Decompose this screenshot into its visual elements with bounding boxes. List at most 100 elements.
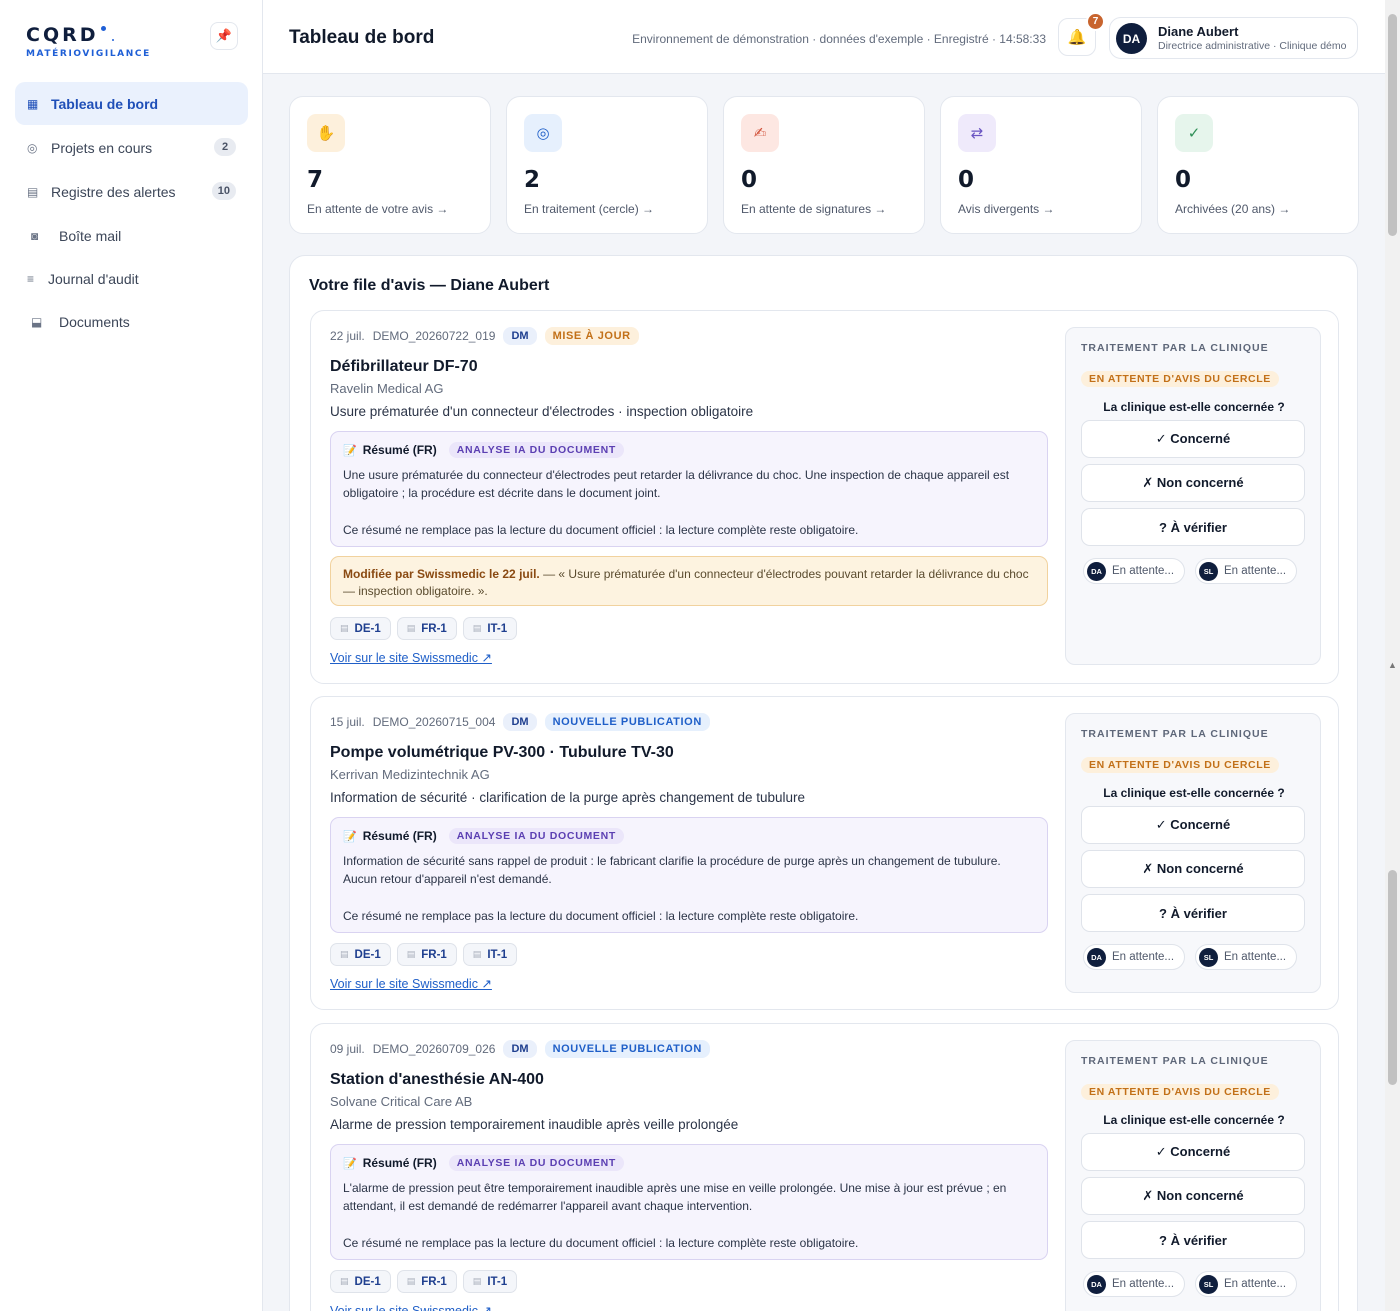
document-language-chip[interactable]: ▤ DE-1 — [330, 1270, 391, 1293]
clinic-treatment-panel: TRAITEMENT PAR LA CLINIQUE EN ATTENTE D'A… — [1065, 327, 1321, 665]
queue-title: Votre file d'avis — Diane Aubert — [309, 277, 550, 294]
summary-label: Résumé (FR) — [362, 1156, 437, 1170]
sidebar: CQRD MATÉRIOVIGILANCE 📌 ▦ Tableau de bord… — [0, 0, 263, 1311]
to-verify-button[interactable]: ? À vérifier — [1081, 1221, 1305, 1259]
to-verify-button[interactable]: ? À vérifier — [1081, 508, 1305, 546]
concerned-button[interactable]: ✓ Concerné — [1081, 806, 1305, 844]
sidebar-item-journal-d-audit[interactable]: ≡ Journal d'audit — [15, 257, 248, 300]
ai-analysis-badge: ANALYSE IA DU DOCUMENT — [448, 1155, 625, 1171]
ai-summary-box: 📝 Résumé (FR) ANALYSE IA DU DOCUMENT Une us… — [330, 431, 1048, 547]
alert-meta: 09 juil. DEMO_20260709_026 DM NOUVELLE PUBL… — [330, 1040, 710, 1058]
reviewer-status-label: En attente... — [1112, 951, 1175, 963]
notifications-button[interactable]: 🔔 7 — [1058, 12, 1105, 56]
document-language-chip[interactable]: ▤ IT-1 — [462, 617, 518, 640]
brand-logo[interactable]: CQRD MATÉRIOVIGILANCE — [26, 24, 151, 59]
ai-analysis-badge: ANALYSE IA DU DOCUMENT — [448, 442, 625, 458]
sidebar-item-registre-des-alertes[interactable]: ▤ Registre des alertes 10 — [15, 170, 248, 213]
sidebar-item-documents[interactable]: ⬓ Documents — [15, 300, 248, 343]
file-icon: ▤ — [406, 623, 416, 633]
summary-disclaimer: Ce résumé ne remplace pas la lecture du … — [343, 909, 859, 923]
stat-link[interactable]: En traitement (cercle) → — [524, 202, 654, 216]
reviewer-status-chip: DA En attente... — [1083, 944, 1186, 970]
scrollbar-thumb-secondary[interactable] — [1388, 870, 1397, 1085]
document-language-chip[interactable]: ▤ FR-1 — [396, 943, 457, 966]
reviewer-status-label: En attente... — [1112, 1278, 1175, 1290]
summary-disclaimer: Ce résumé ne remplace pas la lecture du … — [343, 1236, 859, 1250]
stat-card[interactable]: ◎ 2 En traitement (cercle) → — [506, 96, 708, 234]
treatment-title: TRAITEMENT PAR LA CLINIQUE — [1081, 1055, 1269, 1067]
clinic-treatment-panel: TRAITEMENT PAR LA CLINIQUE EN ATTENTE D'A… — [1065, 713, 1321, 993]
file-icon: ▤ — [472, 623, 482, 633]
language-label: IT-1 — [487, 622, 508, 635]
page-scrollbar[interactable]: ▲ — [1385, 0, 1400, 1311]
environment-status: Environnement de démonstration · données… — [632, 32, 1046, 46]
alert-card: 22 juil. DEMO_20260722_019 DM MISE À JOUR Dé… — [310, 310, 1339, 684]
document-language-chip[interactable]: ▤ FR-1 — [396, 1270, 457, 1293]
summary-label: Résumé (FR) — [362, 829, 437, 843]
stat-card[interactable]: ✓ 0 Archivées (20 ans) → — [1157, 96, 1359, 234]
sidebar-item-boîte-mail[interactable]: ◙ Boîte mail — [15, 214, 248, 257]
language-label: DE-1 — [354, 622, 381, 635]
document-language-chip[interactable]: ▤ IT-1 — [462, 1270, 518, 1293]
file-icon: ▤ — [340, 623, 349, 633]
sidebar-item-projets-en-cours[interactable]: ◎ Projets en cours 2 — [15, 126, 248, 169]
language-label: DE-1 — [354, 1275, 381, 1288]
modification-notice: Modifiée par Swissmedic le 22 juil. — « … — [330, 556, 1048, 606]
summary-text: Une usure prématurée du connecteur d'éle… — [343, 468, 1010, 500]
stat-link[interactable]: En attente de signatures → — [741, 202, 886, 216]
file-icon: ▤ — [340, 949, 349, 959]
stat-card[interactable]: ✋ 7 En attente de votre avis → — [289, 96, 491, 234]
alert-card: 15 juil. DEMO_20260715_004 DM NOUVELLE PUBL… — [310, 696, 1339, 1010]
ai-analysis-badge: ANALYSE IA DU DOCUMENT — [448, 828, 625, 844]
scroll-up-arrow[interactable]: ▲ — [1388, 660, 1397, 670]
bell-icon: 🔔 — [1067, 29, 1087, 46]
notification-count-badge: 7 — [1086, 12, 1105, 31]
sidebar-item-label: Projets en cours — [51, 139, 153, 156]
publication-status-badge: NOUVELLE PUBLICATION — [544, 1040, 710, 1058]
sidebar-item-tableau-de-bord[interactable]: ▦ Tableau de bord — [15, 82, 248, 125]
stat-card[interactable]: ⇄ 0 Avis divergents → — [940, 96, 1142, 234]
concerned-button[interactable]: ✓ Concerné — [1081, 1133, 1305, 1171]
stat-link[interactable]: En attente de votre avis → — [307, 202, 448, 216]
alert-card: 09 juil. DEMO_20260709_026 DM NOUVELLE PUBL… — [310, 1023, 1339, 1311]
swissmedic-link[interactable]: Voir sur le site Swissmedic ↗ — [330, 976, 492, 991]
to-verify-button[interactable]: ? À vérifier — [1081, 894, 1305, 932]
target-icon: ◎ — [524, 114, 562, 152]
not-concerned-button[interactable]: ✗ Non concerné — [1081, 850, 1305, 888]
pin-sidebar-button[interactable]: 📌 — [210, 22, 238, 50]
language-documents: ▤ DE-1 ▤ FR-1 ▤ IT-1 — [330, 1270, 518, 1293]
concerned-button[interactable]: ✓ Concerné — [1081, 420, 1305, 458]
document-language-chip[interactable]: ▤ DE-1 — [330, 617, 391, 640]
file-icon: ▤ — [472, 949, 482, 959]
not-concerned-button[interactable]: ✗ Non concerné — [1081, 464, 1305, 502]
user-menu[interactable]: DA Diane Aubert Directrice administrativ… — [1109, 17, 1358, 59]
alert-title: Défibrillateur DF-70 — [330, 358, 478, 375]
avatar: SL — [1199, 561, 1219, 581]
file-icon: ▤ — [406, 1276, 416, 1286]
swissmedic-link[interactable]: Voir sur le site Swissmedic ↗ — [330, 650, 492, 665]
summary-text: L'alarme de pression peut être temporair… — [343, 1181, 1007, 1213]
target-icon: ◎ — [27, 140, 38, 155]
treatment-title: TRAITEMENT PAR LA CLINIQUE — [1081, 728, 1269, 740]
hand-icon: ✋ — [307, 114, 345, 152]
summary-text: Information de sécurité sans rappel de p… — [343, 854, 1001, 886]
document-language-chip[interactable]: ▤ IT-1 — [462, 943, 518, 966]
document-icon: 📝 — [343, 830, 357, 843]
document-language-chip[interactable]: ▤ DE-1 — [330, 943, 391, 966]
scrollbar-thumb[interactable] — [1388, 14, 1397, 236]
stat-link[interactable]: Archivées (20 ans) → — [1175, 202, 1290, 216]
document-language-chip[interactable]: ▤ FR-1 — [396, 617, 457, 640]
reviewer-status-label: En attente... — [1224, 951, 1287, 963]
device-type-badge: DM — [503, 327, 537, 345]
stat-link[interactable]: Avis divergents → — [958, 202, 1055, 216]
avatar: SL — [1199, 1274, 1219, 1294]
avatar: DA — [1087, 561, 1106, 581]
swissmedic-link[interactable]: Voir sur le site Swissmedic ↗ — [330, 1303, 492, 1311]
stat-card[interactable]: ✍ 0 En attente de signatures → — [723, 96, 925, 234]
file-icon: ▤ — [340, 1276, 349, 1286]
reviewer-status-chip: SL En attente... — [1195, 944, 1298, 970]
reviewer-status-label: En attente... — [1112, 565, 1175, 577]
alert-meta: 15 juil. DEMO_20260715_004 DM NOUVELLE PUBL… — [330, 713, 710, 731]
not-concerned-button[interactable]: ✗ Non concerné — [1081, 1177, 1305, 1215]
treatment-status-badge: EN ATTENTE D'AVIS DU CERCLE — [1081, 1084, 1279, 1100]
